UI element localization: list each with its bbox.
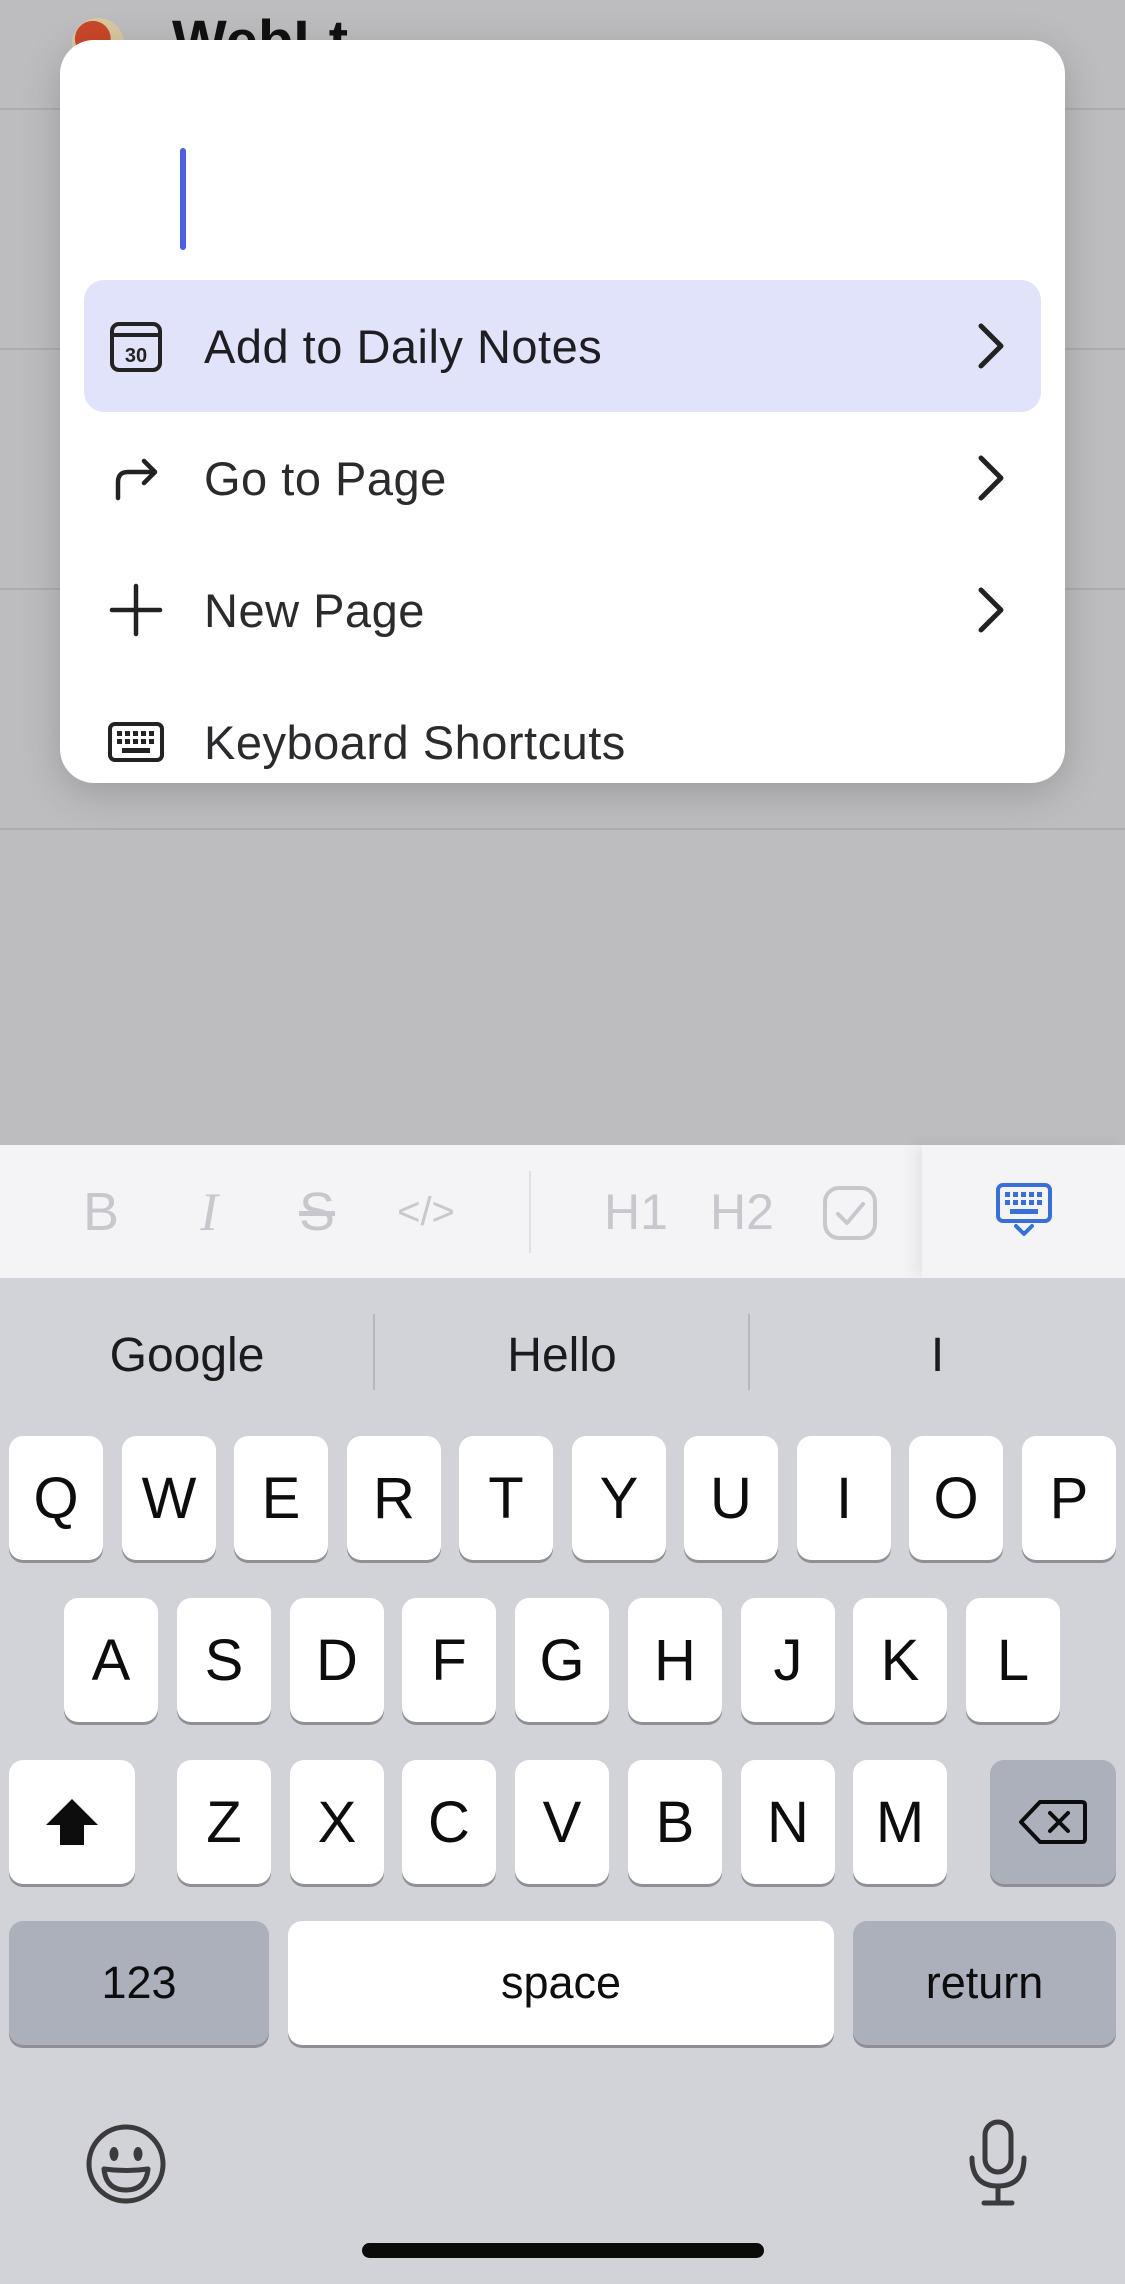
chevron-right-icon xyxy=(978,587,1004,633)
menu-item-go-to-page[interactable]: Go to Page xyxy=(84,412,1041,544)
plus-icon xyxy=(109,583,163,637)
menu-item-new-page[interactable]: New Page xyxy=(84,544,1041,676)
code-button[interactable]: </> xyxy=(396,1181,456,1243)
key-h[interactable]: H xyxy=(628,1598,722,1722)
key-j[interactable]: J xyxy=(741,1598,835,1722)
chevron-right-icon xyxy=(978,455,1004,501)
key-e[interactable]: E xyxy=(234,1436,328,1560)
heading-1-button[interactable]: H1 xyxy=(604,1181,668,1243)
numbers-key[interactable]: 123 xyxy=(9,1921,269,2045)
dismiss-keyboard-button[interactable] xyxy=(922,1145,1125,1278)
key-o[interactable]: O xyxy=(909,1436,1003,1560)
key-z[interactable]: Z xyxy=(177,1760,271,1884)
formatting-toolbar: B I S </> H1 H2 xyxy=(0,1145,1125,1278)
menu-item-label: Keyboard Shortcuts xyxy=(204,715,626,769)
key-x[interactable]: X xyxy=(290,1760,384,1884)
key-q[interactable]: Q xyxy=(9,1436,103,1560)
keyboard-hide-icon xyxy=(996,1183,1052,1236)
key-u[interactable]: U xyxy=(684,1436,778,1560)
key-n[interactable]: N xyxy=(741,1760,835,1884)
suggestion-3[interactable]: I xyxy=(750,1316,1125,1396)
backspace-icon xyxy=(1019,1800,1087,1844)
return-key[interactable]: return xyxy=(853,1921,1116,2045)
arrow-turn-right-icon xyxy=(115,458,158,501)
divider xyxy=(0,828,1125,830)
delete-key[interactable] xyxy=(990,1760,1116,1884)
system-keyboard: Google Hello I Q W E R T Y U I O P A S D… xyxy=(0,1278,1125,2284)
menu-item-add-to-daily-notes[interactable]: 30 Add to Daily Notes xyxy=(84,280,1041,412)
key-a[interactable]: A xyxy=(64,1598,158,1722)
calendar-30-icon: 30 xyxy=(110,322,162,372)
shift-key[interactable] xyxy=(9,1760,135,1884)
suggestion-1[interactable]: Google xyxy=(0,1316,374,1396)
text-cursor[interactable] xyxy=(180,148,186,250)
bold-button[interactable]: B xyxy=(78,1181,124,1243)
key-g[interactable]: G xyxy=(515,1598,609,1722)
italic-button[interactable]: I xyxy=(186,1181,232,1243)
key-m[interactable]: M xyxy=(853,1760,947,1884)
key-d[interactable]: D xyxy=(290,1598,384,1722)
toolbar-divider xyxy=(529,1171,531,1253)
key-w[interactable]: W xyxy=(122,1436,216,1560)
menu-item-label: New Page xyxy=(204,583,425,637)
key-i[interactable]: I xyxy=(797,1436,891,1560)
key-r[interactable]: R xyxy=(347,1436,441,1560)
key-s[interactable]: S xyxy=(177,1598,271,1722)
key-b[interactable]: B xyxy=(628,1760,722,1884)
menu-item-label: Add to Daily Notes xyxy=(204,319,603,373)
key-c[interactable]: C xyxy=(402,1760,496,1884)
emoji-icon[interactable] xyxy=(84,2122,168,2206)
chevron-right-icon xyxy=(978,323,1004,369)
todo-checkbox-button[interactable] xyxy=(822,1185,878,1241)
heading-2-button[interactable]: H2 xyxy=(710,1181,774,1243)
key-k[interactable]: K xyxy=(853,1598,947,1722)
menu-item-label: Go to Page xyxy=(204,451,447,505)
key-v[interactable]: V xyxy=(515,1760,609,1884)
key-y[interactable]: Y xyxy=(572,1436,666,1560)
suggestion-2[interactable]: Hello xyxy=(375,1316,749,1396)
menu-item-keyboard-shortcuts[interactable]: Keyboard Shortcuts xyxy=(84,676,1041,783)
home-indicator[interactable] xyxy=(362,2243,764,2258)
key-t[interactable]: T xyxy=(459,1436,553,1560)
key-p[interactable]: P xyxy=(1022,1436,1116,1560)
calendar-icon-text: 30 xyxy=(125,345,147,367)
space-key[interactable]: space xyxy=(288,1921,834,2045)
strikethrough-button[interactable]: S xyxy=(292,1181,342,1243)
keyboard-icon xyxy=(108,722,164,762)
shift-arrow-icon xyxy=(46,1799,98,1845)
microphone-icon[interactable] xyxy=(966,2118,1030,2208)
key-f[interactable]: F xyxy=(402,1598,496,1722)
key-l[interactable]: L xyxy=(966,1598,1060,1722)
command-palette: 30 Add to Daily Notes Go to Page New Pag… xyxy=(60,40,1065,783)
